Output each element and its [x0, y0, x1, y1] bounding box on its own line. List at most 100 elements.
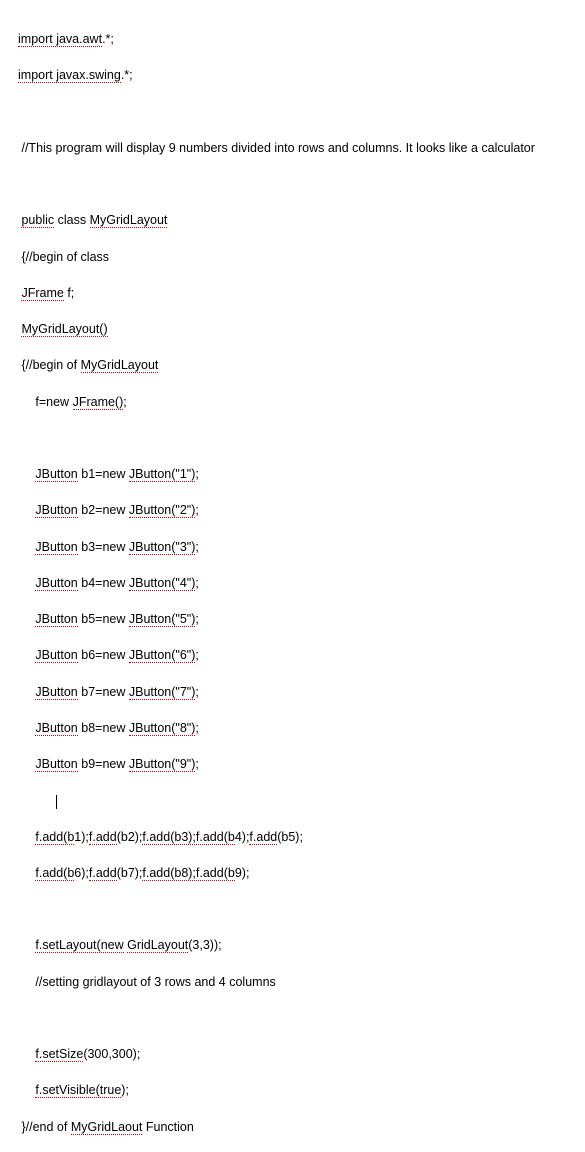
code-line: JFrame f; [18, 284, 585, 302]
text: f.add(b8);f.add(b [142, 866, 234, 881]
text: b6=new [78, 648, 129, 662]
blank-line [18, 429, 585, 447]
text: ; [195, 757, 198, 771]
text: 4); [235, 830, 250, 844]
text: ; [195, 540, 198, 554]
code-line: JButton b7=new JButton("7"); [18, 683, 585, 701]
code-line: MyGridLayout() [18, 320, 585, 338]
text: b7=new [78, 685, 129, 699]
text: f.add(b [35, 830, 74, 845]
text: MyGridLayout [81, 358, 159, 373]
text: JButton [35, 648, 77, 663]
code-line: import java.awt.*; [18, 30, 585, 48]
code-line: f.add(b6);f.add(b7);f.add(b8);f.add(b9); [18, 864, 585, 882]
text: public [21, 213, 54, 228]
text: //This program will display 9 numbers di… [21, 141, 534, 155]
text: ; [195, 467, 198, 481]
code-line: {//begin of class [18, 248, 585, 266]
text: f.add(b3);f.add(b [142, 830, 234, 845]
text: JFrame [21, 286, 63, 301]
text: ; [195, 648, 198, 662]
code-line: JButton b2=new JButton("2"); [18, 501, 585, 519]
blank-line [18, 175, 585, 193]
text: }//end of [21, 1120, 70, 1134]
code-line: JButton b1=new JButton("1"); [18, 465, 585, 483]
text: f=new [35, 395, 72, 409]
code-line: f.setLayout(new GridLayout(3,3)); [18, 936, 585, 954]
code-line: f.add(b1);f.add(b2);f.add(b3);f.add(b4);… [18, 828, 585, 846]
text: JButton [35, 540, 77, 555]
text: JButton [35, 757, 77, 772]
code-line: JButton b3=new JButton("3"); [18, 538, 585, 556]
text: MyGridLayout [90, 213, 168, 228]
blank-line [18, 1009, 585, 1027]
code-line: JButton b9=new JButton("9"); [18, 755, 585, 773]
text: ); [121, 1083, 129, 1097]
text: JButton("8") [129, 721, 196, 736]
text: Function [142, 1120, 193, 1134]
text: JButton("6") [129, 648, 196, 663]
code-line: public class MyGridLayout [18, 211, 585, 229]
text: {//begin of class [21, 250, 109, 264]
text: class [54, 213, 89, 227]
text: b5=new [78, 612, 129, 626]
code-line: f.setVisible(true); [18, 1081, 585, 1099]
text: f.add [89, 866, 117, 881]
text: b9=new [78, 757, 129, 771]
code-line: }//end of MyGridLaout Function [18, 1118, 585, 1136]
text: 1); [74, 830, 89, 844]
text: JButton("1") [129, 467, 196, 482]
code-line: {//begin of MyGridLayout [18, 356, 585, 374]
text: ; [123, 395, 126, 409]
cursor-line [18, 791, 585, 809]
text: .*; [121, 68, 133, 82]
text: 6); [74, 866, 89, 880]
comment-line: //This program will display 9 numbers di… [18, 139, 585, 157]
text: .*; [102, 32, 114, 46]
text: f.add [89, 830, 117, 845]
code-line: f.setSize(300,300); [18, 1045, 585, 1063]
text: ; [195, 721, 198, 735]
text: (b2); [117, 830, 143, 844]
text-cursor [56, 795, 57, 809]
code-line: import javax.swing.*; [18, 66, 585, 84]
text: b3=new [78, 540, 129, 554]
code-line: JButton b4=new JButton("4"); [18, 574, 585, 592]
text: JButton("5") [129, 612, 196, 627]
blank-line [18, 900, 585, 918]
text: f.add(b [35, 866, 74, 881]
text: JFrame() [73, 395, 124, 410]
text: b1=new [78, 467, 129, 481]
text: GridLayout [127, 938, 188, 953]
text: MyGridLaout [71, 1120, 143, 1135]
text: (b7); [117, 866, 143, 880]
text: {//begin of [21, 358, 80, 372]
text: (3,3)); [188, 938, 221, 952]
text: f.setSize [35, 1047, 83, 1062]
text: b8=new [78, 721, 129, 735]
text: f.setLayout(new [35, 938, 123, 953]
text: ; [195, 612, 198, 626]
text: JButton [35, 467, 77, 482]
code-line: JButton b5=new JButton("5"); [18, 610, 585, 628]
text: import java.awt [18, 32, 102, 47]
text: JButton [35, 612, 77, 627]
text: MyGridLayout() [21, 322, 107, 337]
code-line: f=new JFrame(); [18, 393, 585, 411]
blank-line [18, 103, 585, 121]
text: //setting gridlayout of 3 rows and 4 col… [35, 975, 275, 989]
text: (b5); [277, 830, 303, 844]
text: JButton("3") [129, 540, 196, 555]
text: b4=new [78, 576, 129, 590]
text: JButton [35, 576, 77, 591]
text: f; [64, 286, 74, 300]
text: ; [195, 503, 198, 517]
text: f.add [249, 830, 277, 845]
text: ; [195, 576, 198, 590]
text: import javax.swing [18, 68, 121, 83]
text: JButton("4") [129, 576, 196, 591]
text: f.setVisible(true [35, 1083, 121, 1098]
text: (300,300); [83, 1047, 140, 1061]
text: JButton [35, 503, 77, 518]
text: 9); [235, 866, 250, 880]
